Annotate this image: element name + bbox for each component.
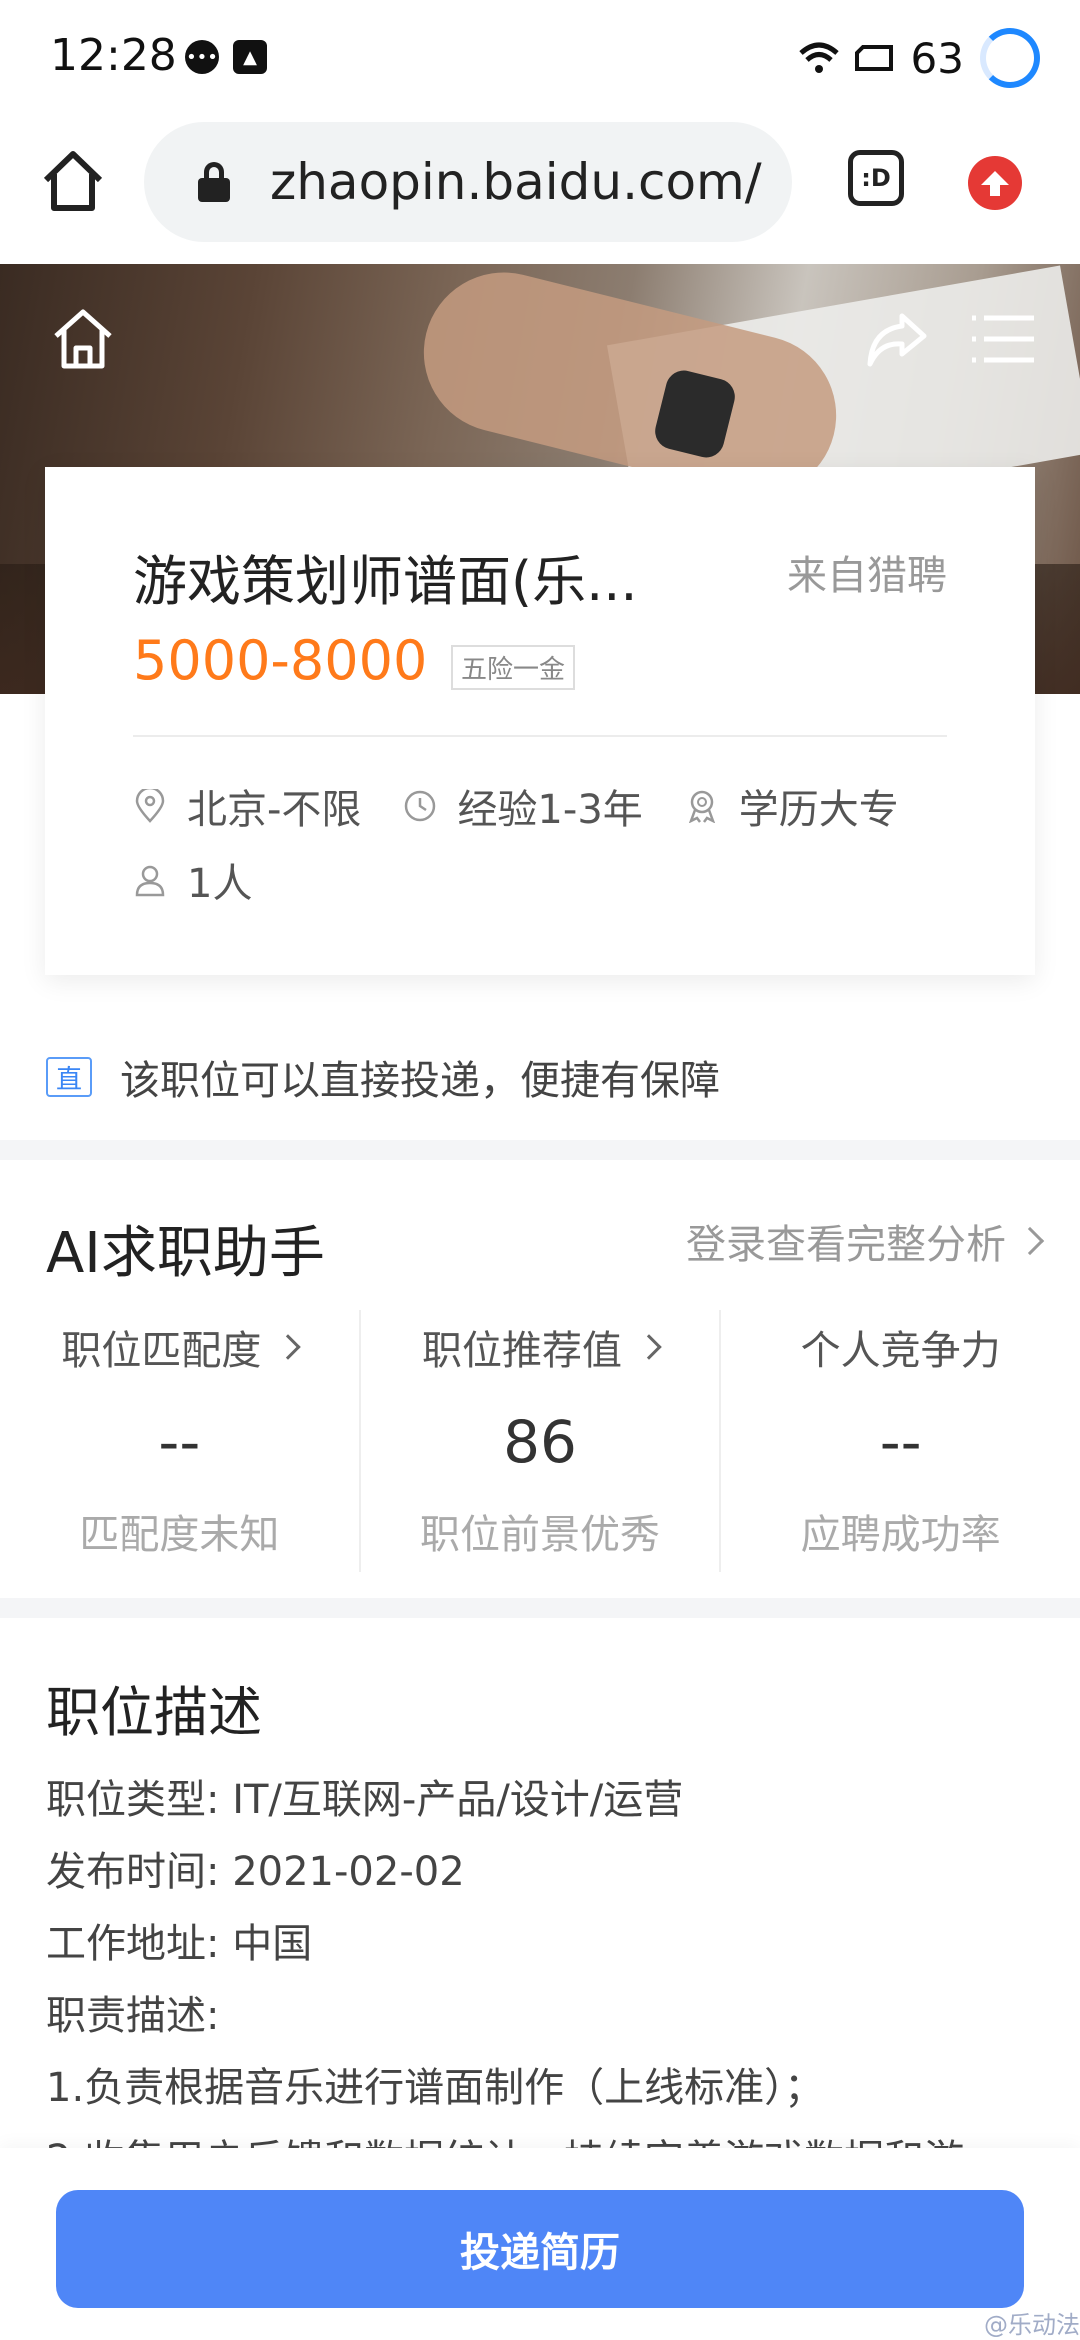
apply-resume-button[interactable]: 投递简历 <box>56 2190 1024 2308</box>
browser-toolbar: zhaopin.baidu.com/ :D <box>0 112 1080 264</box>
job-education: 学历大专 <box>738 787 899 833</box>
metric-competitiveness: 个人竞争力 -- 应聘成功率 <box>719 1310 1080 1572</box>
section-gap <box>0 1598 1080 1618</box>
person-icon <box>135 865 165 897</box>
chevron-right-icon <box>1015 1226 1045 1256</box>
description-title: 职位描述 <box>46 1681 262 1744</box>
home-icon[interactable] <box>48 304 118 374</box>
notice-text: 该职位可以直接投递，便捷有保障 <box>120 1058 720 1104</box>
status-bar: 12:28 ••• ▲ 63 <box>0 0 1080 112</box>
description-line: 1.负责根据音乐进行谱面制作（上线标准）； <box>46 2065 825 2111</box>
metric-value: -- <box>158 1408 201 1476</box>
lock-icon <box>198 162 230 202</box>
location-pin-icon <box>135 789 165 823</box>
experience-item: 经验1-3年 <box>403 777 643 835</box>
image-notification-icon: ▲ <box>233 40 267 74</box>
watermark: @乐动法 <box>984 2311 1080 2339</box>
notification-icons: ••• ▲ <box>185 40 267 74</box>
description-body: 职位类型: IT/互联网-产品/设计/运营 发布时间: 2021-02-02 工… <box>46 1764 1046 2196</box>
metric-sub: 职位前景优秀 <box>420 1512 660 1558</box>
direct-apply-notice: 直 该职位可以直接投递，便捷有保障 <box>46 1048 720 1106</box>
metric-label-text: 职位匹配度 <box>61 1328 262 1374</box>
metric-label: 职位推荐值 <box>361 1318 720 1376</box>
description-line: 职位类型: IT/互联网-产品/设计/运营 <box>46 1777 684 1823</box>
job-meta-row: 北京-不限 经验1-3年 学历大专 <box>133 777 941 835</box>
bottom-action-bar: 投递简历 @乐动法 <box>0 2148 1080 2340</box>
location-item: 北京-不限 <box>133 777 361 835</box>
headcount-item: 1人 <box>133 851 252 909</box>
ai-metrics: 职位匹配度 -- 匹配度未知 职位推荐值 86 职位前景优秀 个人竞争力 -- … <box>0 1310 1080 1572</box>
metric-match[interactable]: 职位匹配度 -- 匹配度未知 <box>0 1310 359 1572</box>
upgrade-icon[interactable] <box>968 156 1022 210</box>
metric-label: 职位匹配度 <box>0 1318 359 1376</box>
job-experience: 经验1-3年 <box>457 787 643 833</box>
share-icon[interactable] <box>862 304 932 374</box>
battery-icon <box>854 45 893 71</box>
url-text: zhaopin.baidu.com/ <box>270 153 762 211</box>
metric-label-text: 职位推荐值 <box>422 1328 622 1374</box>
education-item: 学历大专 <box>685 777 899 835</box>
job-title: 游戏策划师谱面(乐... <box>133 550 638 613</box>
metric-sub: 应聘成功率 <box>800 1512 1001 1558</box>
status-right: 63 <box>798 28 1040 88</box>
metric-recommend[interactable]: 职位推荐值 86 职位前景优秀 <box>358 1310 720 1572</box>
tab-switcher-icon[interactable]: :D <box>848 150 904 206</box>
divider <box>133 735 947 737</box>
job-salary: 5000-8000 <box>133 629 428 692</box>
chevron-right-icon <box>275 1334 302 1360</box>
ai-assistant-title: AI求职助手 <box>46 1221 325 1286</box>
chevron-right-icon <box>636 1334 662 1360</box>
status-time: 12:28 <box>50 30 177 81</box>
job-source: 来自猎聘 <box>787 553 947 599</box>
login-analysis-label: 登录查看完整分析 <box>686 1222 1006 1268</box>
browser-home-icon[interactable] <box>38 146 108 216</box>
menu-icon[interactable] <box>968 304 1038 374</box>
job-location: 北京-不限 <box>187 787 362 833</box>
description-line: 工作地址: 中国 <box>46 1921 313 1967</box>
metric-label-text: 个人竞争力 <box>800 1328 1001 1374</box>
metric-sub: 匹配度未知 <box>79 1512 280 1558</box>
job-meta-row-2: 1人 <box>133 851 294 909</box>
address-bar[interactable]: zhaopin.baidu.com/ <box>144 122 792 242</box>
section-gap <box>0 1140 1080 1160</box>
job-headcount: 1人 <box>187 861 253 907</box>
benefit-tag: 五险一金 <box>451 645 576 690</box>
metric-value: 86 <box>503 1408 577 1476</box>
metric-label: 个人竞争力 <box>721 1318 1080 1376</box>
chat-bubble-icon: ••• <box>185 40 219 74</box>
award-icon <box>688 790 715 823</box>
job-summary-card: 游戏策划师谱面(乐... 来自猎聘 5000-8000 五险一金 北京-不限 经… <box>45 467 1035 975</box>
description-line: 职责描述: <box>46 1993 220 2039</box>
login-analysis-link[interactable]: 登录查看完整分析 <box>686 1212 1045 1270</box>
battery-level: 63 <box>910 33 964 83</box>
direct-badge: 直 <box>46 1057 92 1097</box>
loading-ring-icon <box>980 28 1040 88</box>
clock-icon <box>405 790 436 822</box>
metric-value: -- <box>879 1408 922 1476</box>
description-line: 发布时间: 2021-02-02 <box>46 1849 465 1895</box>
wifi-icon <box>798 42 839 73</box>
